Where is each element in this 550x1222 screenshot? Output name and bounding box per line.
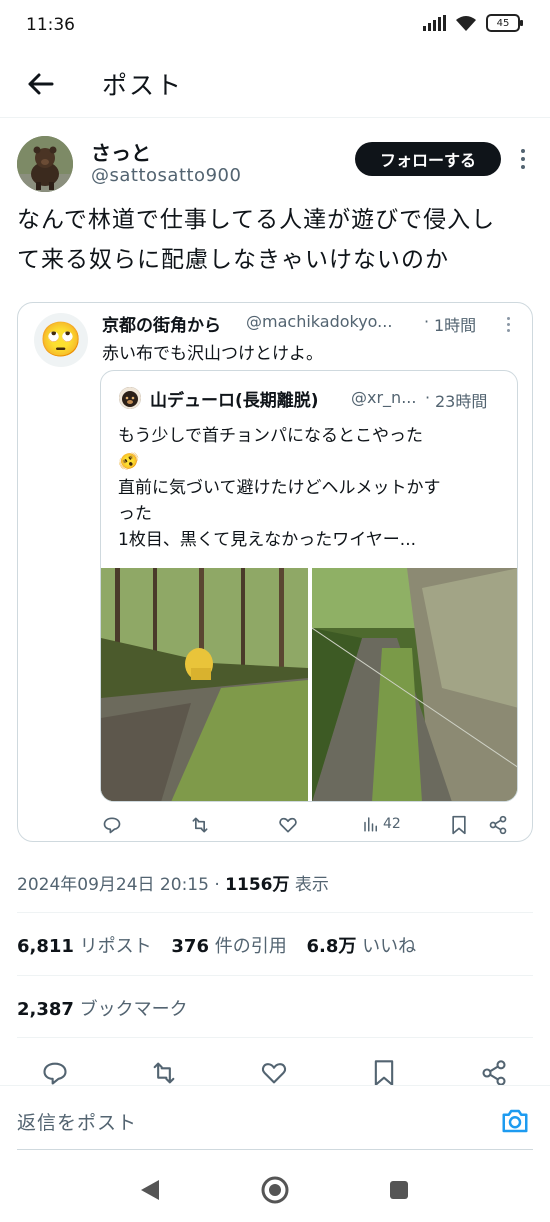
reply-composer: 返信をポスト bbox=[0, 1085, 550, 1157]
nested-text-line: 1枚目、黒くて見えなかったワイヤー... bbox=[118, 530, 417, 550]
likes-stat[interactable]: 6.8万 いいね bbox=[306, 932, 416, 958]
shaking-face-emoji-icon: 🫨 bbox=[118, 452, 140, 472]
quoted-share-button[interactable] bbox=[488, 815, 508, 835]
nested-author-handle[interactable]: @xr_n... bbox=[351, 388, 421, 407]
author-row: さっと @sattosatto900 フォローする bbox=[17, 133, 537, 193]
divider bbox=[17, 1037, 533, 1038]
page-title: ポスト bbox=[102, 71, 184, 100]
arrow-left-icon bbox=[28, 73, 54, 95]
nested-author-name[interactable]: 山デューロ(長期離脱) bbox=[150, 386, 319, 411]
bookmark-icon bbox=[452, 815, 466, 835]
battery-level: 45 bbox=[496, 17, 510, 29]
reposts-stat[interactable]: 6,811 リポスト bbox=[17, 932, 152, 958]
post-timestamp-row: 2024年09月24日 20:15 · 1156万 表示 bbox=[17, 875, 329, 895]
post-text: なんで林道で仕事してる人達が遊びで侵入し て来る奴らに配慮しなきゃいけないのか bbox=[17, 200, 535, 280]
post-text-line: て来る奴らに配慮しなきゃいけないのか bbox=[17, 247, 449, 273]
wifi-icon bbox=[456, 16, 476, 31]
triangle-back-icon bbox=[141, 1180, 159, 1200]
views-label: 表示 bbox=[294, 875, 329, 895]
status-bar: 11:36 45 bbox=[0, 0, 550, 52]
camera-button[interactable] bbox=[500, 1106, 530, 1136]
dog-avatar-image bbox=[119, 387, 141, 409]
quoted-like-button[interactable] bbox=[278, 815, 298, 835]
battery-icon: 45 bbox=[486, 14, 523, 32]
nav-recents-button[interactable] bbox=[383, 1174, 415, 1206]
app-header: ポスト bbox=[0, 52, 550, 118]
views-count: 1156万 bbox=[225, 875, 290, 895]
bookmark-button[interactable] bbox=[369, 1058, 399, 1088]
quoted-views-button[interactable]: 42 bbox=[362, 815, 401, 833]
circle-home-icon bbox=[261, 1176, 289, 1204]
reply-button[interactable] bbox=[40, 1058, 70, 1088]
nested-time: 23時間 bbox=[435, 392, 488, 411]
nested-separator: · bbox=[425, 388, 431, 407]
repost-button[interactable] bbox=[149, 1058, 179, 1088]
share-button[interactable] bbox=[479, 1058, 509, 1088]
quoted-author-handle[interactable]: @machikadokyo... bbox=[246, 312, 414, 331]
nested-quoted-post[interactable]: 山デューロ(長期離脱) @xr_n... · 23時間 もう少しで首チョンパにな… bbox=[100, 370, 518, 802]
heart-icon bbox=[261, 1063, 287, 1084]
status-time: 11:36 bbox=[26, 15, 75, 35]
camera-icon bbox=[502, 1109, 528, 1133]
quoted-views-count: 42 bbox=[383, 816, 401, 832]
reply-icon bbox=[103, 817, 121, 834]
reply-input[interactable]: 返信をポスト bbox=[17, 1108, 137, 1135]
photo-forest-road-1[interactable] bbox=[101, 568, 308, 801]
like-button[interactable] bbox=[259, 1058, 289, 1088]
quoted-bookmark-button[interactable] bbox=[450, 815, 468, 835]
reply-underline bbox=[17, 1149, 533, 1150]
bookmarks-stat[interactable]: 2,387 ブックマーク bbox=[17, 995, 188, 1021]
nested-text-line: 直前に気づいて避けたけどヘルメットかす bbox=[118, 478, 441, 498]
views-icon bbox=[364, 817, 377, 832]
nested-text-line: った bbox=[118, 504, 152, 524]
nested-author-avatar[interactable] bbox=[119, 387, 141, 409]
engagement-stats: 6,811 リポスト 376 件の引用 6.8万 いいね bbox=[17, 932, 430, 958]
bear-avatar-image bbox=[17, 136, 73, 192]
photo-forest-road-2[interactable] bbox=[312, 568, 517, 801]
author-avatar[interactable] bbox=[17, 136, 73, 192]
divider bbox=[17, 975, 533, 976]
divider bbox=[17, 912, 533, 913]
back-button[interactable] bbox=[22, 66, 58, 102]
quoted-separator: · bbox=[424, 312, 430, 331]
rolling-eyes-emoji-icon: 🙄 bbox=[39, 320, 83, 360]
reply-icon bbox=[43, 1062, 67, 1085]
author-name[interactable]: さっと bbox=[91, 137, 151, 166]
square-recents-icon bbox=[390, 1181, 408, 1199]
repost-icon bbox=[153, 1062, 175, 1084]
nav-home-button[interactable] bbox=[259, 1174, 291, 1206]
follow-button[interactable]: フォローする bbox=[355, 142, 501, 176]
quoted-more-icon[interactable] bbox=[502, 313, 514, 335]
author-handle[interactable]: @sattosatto900 bbox=[91, 165, 241, 186]
quotes-stat[interactable]: 376 件の引用 bbox=[171, 932, 286, 958]
repost-icon bbox=[192, 817, 208, 833]
system-navigation-bar bbox=[0, 1158, 550, 1222]
heart-icon bbox=[279, 817, 297, 833]
quoted-text: 赤い布でも沢山つけとけよ。 bbox=[102, 344, 323, 364]
signal-icon bbox=[423, 15, 446, 31]
quoted-reply-button[interactable] bbox=[102, 815, 122, 835]
photo-grid bbox=[101, 568, 517, 801]
post-timestamp: 2024年09月24日 20:15 bbox=[17, 875, 209, 895]
quoted-author-avatar[interactable]: 🙄 bbox=[34, 313, 88, 367]
quoted-post[interactable]: 🙄 京都の街角から @machikadokyo... · 1時間 赤い布でも沢山… bbox=[17, 302, 533, 842]
quoted-actions: 42 bbox=[18, 813, 534, 839]
share-icon bbox=[489, 815, 507, 835]
bookmark-icon bbox=[374, 1060, 394, 1086]
nested-text: もう少しで首チョンパになるとこやった 🫨 直前に気づいて避けたけどヘルメットかす… bbox=[118, 423, 508, 553]
nested-text-line: もう少しで首チョンパになるとこやった bbox=[118, 426, 423, 446]
share-icon bbox=[482, 1060, 506, 1086]
quoted-time: 1時間 bbox=[434, 316, 477, 335]
status-icons: 45 bbox=[422, 14, 523, 32]
more-options-icon[interactable] bbox=[513, 145, 533, 173]
post-text-line: なんで林道で仕事してる人達が遊びで侵入し bbox=[17, 207, 496, 233]
quoted-author-name[interactable]: 京都の街角から bbox=[102, 311, 221, 336]
quoted-repost-button[interactable] bbox=[190, 815, 210, 835]
nav-back-button[interactable] bbox=[134, 1174, 166, 1206]
